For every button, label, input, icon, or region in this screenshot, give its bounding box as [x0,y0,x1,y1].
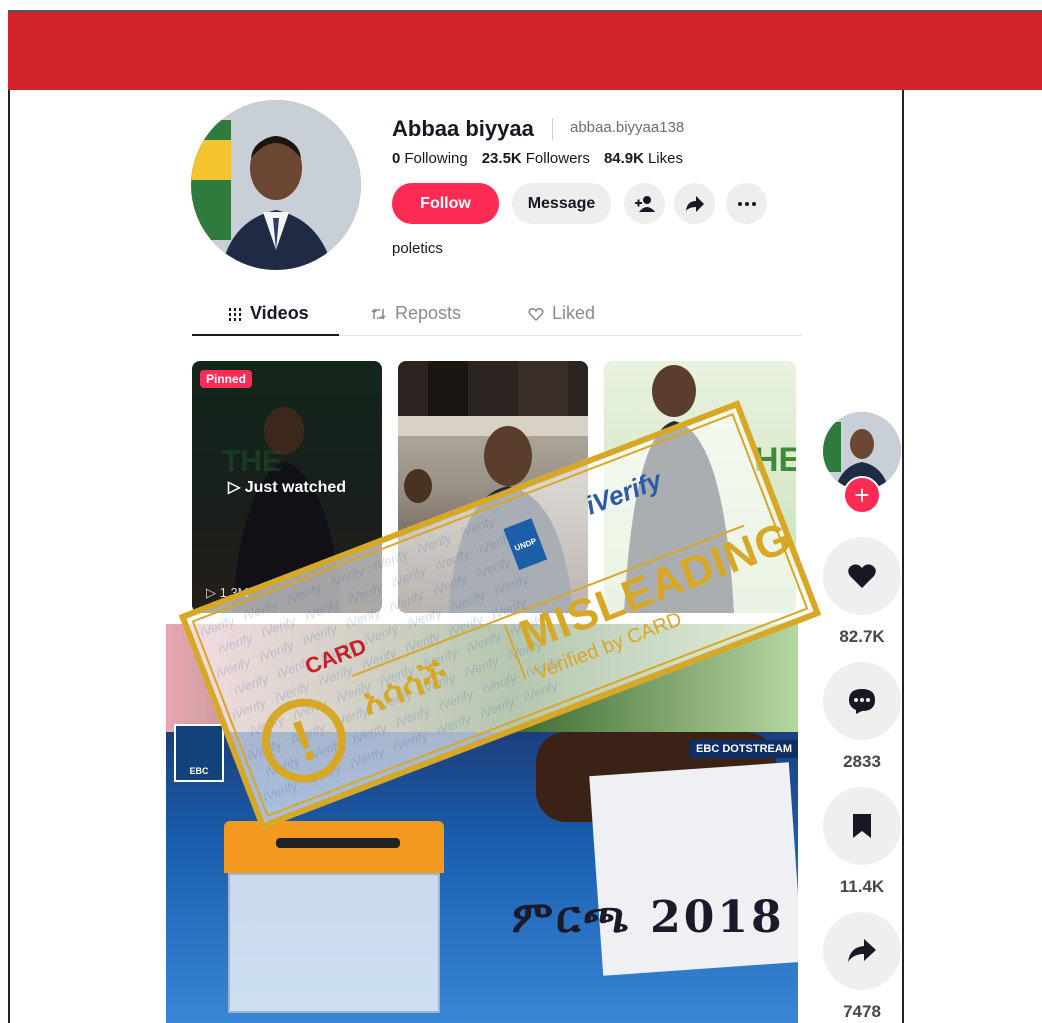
pinned-badge: Pinned [200,370,253,388]
following-count: 0 [392,150,401,167]
share-count: 7478 [843,1002,881,1021]
share-profile-button[interactable] [674,183,715,224]
avatar-photo [191,100,361,270]
comment-icon [849,689,875,714]
share-arrow-icon [848,939,876,962]
name-separator [552,118,553,140]
more-options-button[interactable] [726,183,767,224]
video-thumbnail[interactable] [398,361,588,613]
profile-avatar[interactable] [191,100,361,270]
channel-badge: EBC DOTSTREAM [690,740,798,758]
follow-button[interactable]: Follow [392,183,499,224]
video-top-band [166,624,798,732]
frame-border-right [902,90,904,1023]
repost-icon [371,307,386,320]
tab-divider [339,335,802,336]
profile-username: Abbaa biyyaa [392,116,534,141]
add-user-icon [634,195,655,212]
profile-stats: 0 Following 23.5K Followers 84.9K Likes [392,150,683,167]
tab-videos-label: Videos [250,303,309,323]
heart-icon [848,564,876,588]
video-thumbnail-pinned[interactable]: THE Pinned ▷ Just watched ▷ 1.3M [192,361,382,613]
just-watched-label: ▷ Just watched [227,479,347,496]
profile-handle: abbaa.biyyaa138 [570,119,685,136]
featured-video[interactable]: EBC EBC DOTSTREAM ምርጫ 2018 [166,624,798,1023]
save-button[interactable] [823,787,901,865]
ebc-logo: EBC [174,724,224,782]
share-button[interactable] [823,912,901,990]
ballot-paper [589,762,798,976]
comment-count: 2833 [843,752,881,771]
followers-label: Followers [525,150,590,167]
likes-count: 84.9K [603,150,644,167]
tab-reposts[interactable]: Reposts [371,303,461,324]
ballot-slot [276,838,400,848]
thumbnail-image [398,361,588,613]
profile-bio: poletics [392,240,443,257]
like-button[interactable] [823,537,901,615]
red-header-bar [8,10,1042,90]
suggested-accounts-button[interactable] [624,183,665,224]
likes-label: Likes [647,150,683,167]
followers-stat[interactable]: 23.5K Followers [482,150,590,167]
bookmark-icon [853,814,871,838]
following-label: Following [404,150,468,167]
video-caption: ምርጫ 2018 [512,892,785,943]
frame-border-left [8,90,10,1023]
screenshot-stage: Abbaa biyyaa abbaa.biyyaa138 0 Following … [0,0,1042,1023]
view-count: ▷ 1.3M [206,585,249,600]
ballot-box [228,873,440,1013]
tab-liked-label: Liked [552,303,596,323]
video-thumbnail[interactable]: HE [604,361,796,613]
likes-stat: 84.9K Likes [604,150,683,167]
comment-button[interactable] [823,662,901,740]
active-tab-indicator [192,334,339,336]
svg-text:HE: HE [754,441,796,479]
like-count: 82.7K [839,627,885,646]
followers-count: 23.5K [481,150,522,167]
tab-reposts-label: Reposts [395,303,462,323]
tab-liked[interactable]: Liked [528,303,595,324]
grid-icon [229,307,241,321]
heart-outline-icon [528,307,544,321]
more-dots-icon [737,201,756,206]
message-button[interactable]: Message [512,183,611,224]
save-count: 11.4K [839,877,885,896]
share-arrow-icon [685,195,704,212]
following-stat[interactable]: 0 Following [392,150,468,167]
tab-videos[interactable]: Videos [228,303,309,324]
thumbnail-image: HE [624,365,796,613]
follow-plus-button[interactable]: + [843,476,881,514]
